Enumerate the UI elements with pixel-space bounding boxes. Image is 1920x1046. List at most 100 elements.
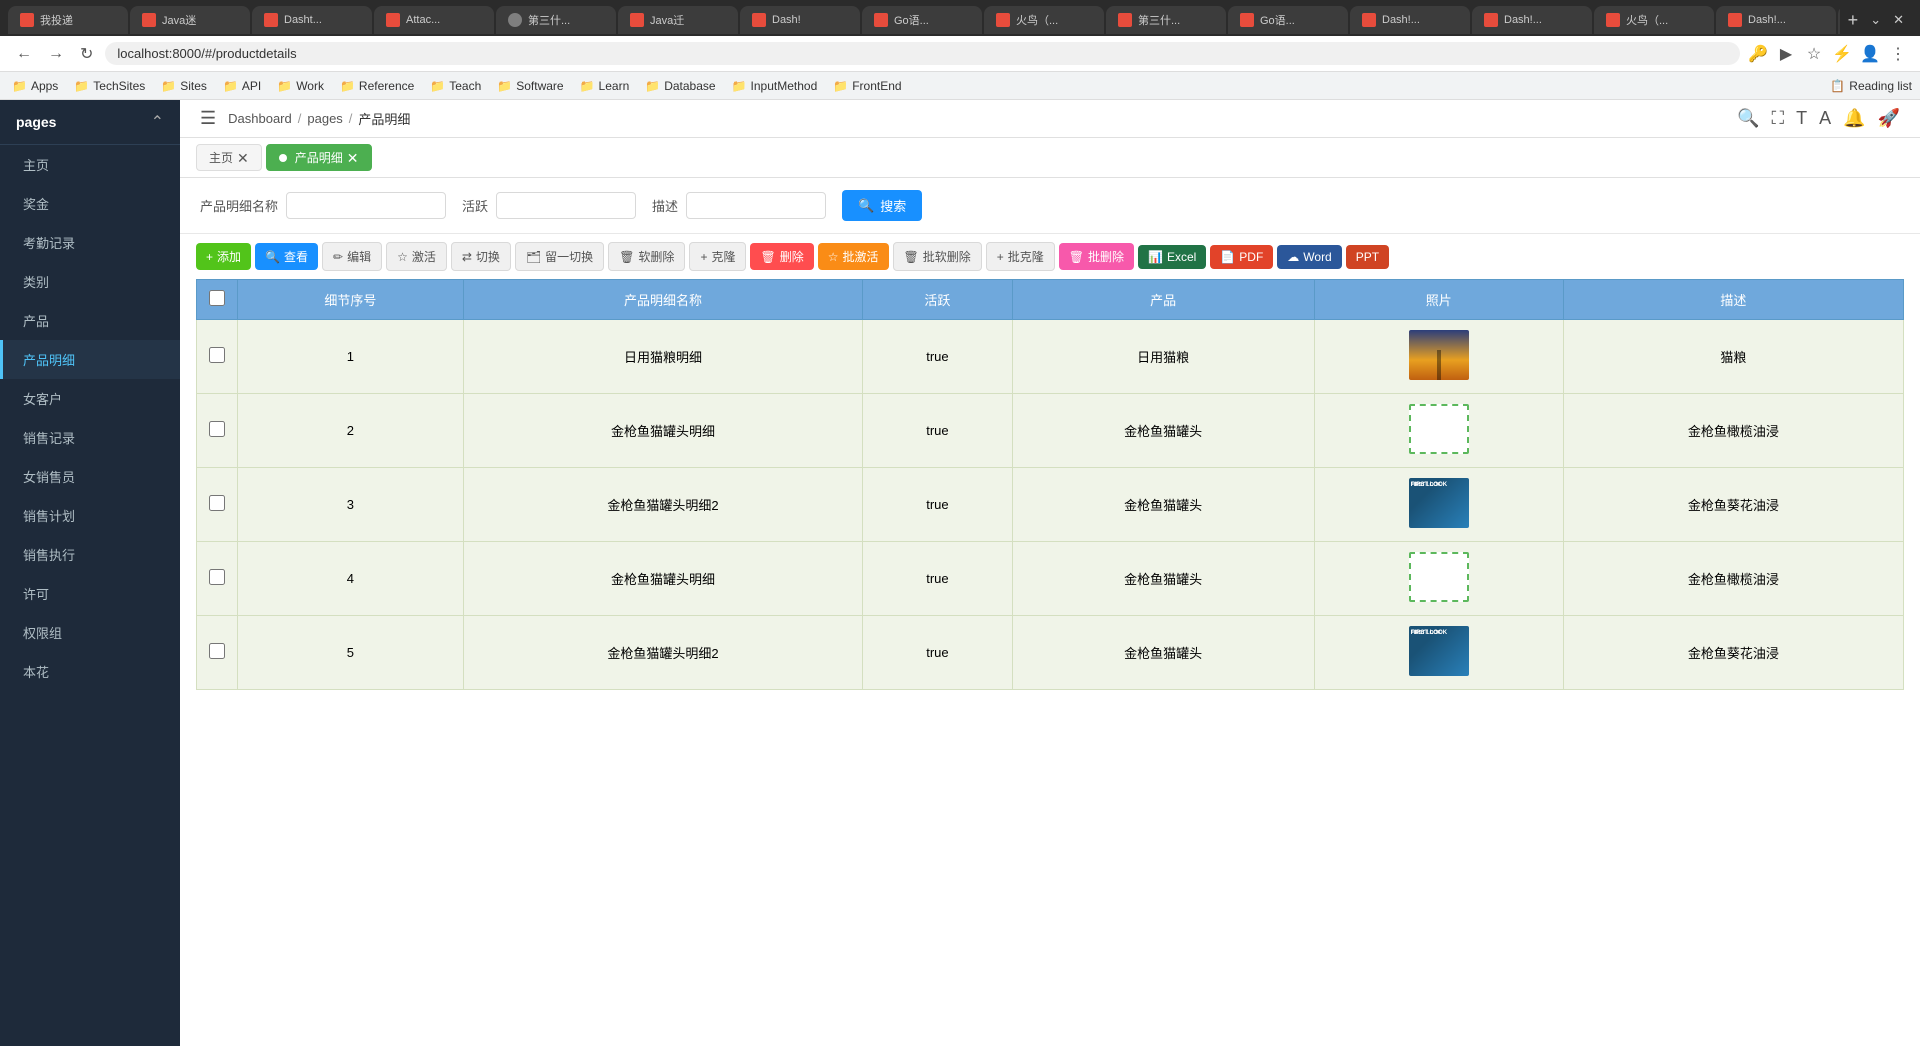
tab-bar: 我投递Java迷Dasht...Attac...第三什...Java迁Dash!… — [0, 0, 1920, 36]
browser-tab-12[interactable]: Dash!... — [1350, 6, 1470, 34]
ppt-button[interactable]: PPT — [1346, 245, 1389, 269]
sidebar-item-12[interactable]: 权限组 — [0, 613, 180, 652]
browser-tab-15[interactable]: Dash!... — [1716, 6, 1836, 34]
delete-button[interactable]: 🗑 删除 — [750, 243, 813, 270]
browser-tab-10[interactable]: 第三什... — [1106, 6, 1226, 34]
bookmark-software[interactable]: 📁Software — [493, 77, 567, 95]
desc-input[interactable] — [686, 192, 826, 219]
sidebar-item-13[interactable]: 本花 — [0, 652, 180, 691]
rocket-icon[interactable]: 🚀 — [1878, 108, 1900, 129]
soft-delete-all-button[interactable]: 🗂 留一切换 — [515, 242, 604, 271]
browser-tab-14[interactable]: 火鸟（... — [1594, 6, 1714, 34]
tab-title: 第三什... — [528, 12, 570, 28]
breadcrumb-pages[interactable]: pages — [307, 111, 342, 126]
browser-tab-13[interactable]: Dash!... — [1472, 6, 1592, 34]
sidebar-item-10[interactable]: 销售执行 — [0, 535, 180, 574]
sidebar-item-7[interactable]: 销售记录 — [0, 418, 180, 457]
notify-icon[interactable]: 🔔 — [1843, 108, 1865, 129]
batch-delete-button[interactable]: 🗑 批删除 — [1059, 243, 1134, 270]
bookmark-learn[interactable]: 📁Learn — [576, 77, 634, 95]
close-window-button[interactable]: ✕ — [1885, 12, 1912, 28]
new-tab-button[interactable]: + — [1840, 10, 1867, 31]
bookmark-work[interactable]: 📁Work — [273, 77, 328, 95]
row-checkbox-4[interactable] — [209, 569, 225, 585]
batch-activate-button[interactable]: ☆ 批激活 — [818, 243, 889, 270]
browser-tab-4[interactable]: Attac... — [374, 6, 494, 34]
reload-button[interactable]: ↻ — [76, 42, 97, 66]
pdf-button[interactable]: 📄 PDF — [1210, 245, 1273, 269]
soft-delete-button[interactable]: 🗑 软删除 — [608, 242, 685, 271]
menu-toggle-icon[interactable]: ☰ — [200, 108, 216, 129]
view-button[interactable]: 🔍 查看 — [255, 243, 318, 270]
sidebar-item-9[interactable]: 销售计划 — [0, 496, 180, 535]
batch-clone-button[interactable]: + 批克隆 — [986, 242, 1055, 271]
bookmark-frontend[interactable]: 📁FrontEnd — [829, 77, 905, 95]
search-icon[interactable]: 🔍 — [1737, 108, 1759, 129]
tab-product-detail[interactable]: 产品明细 ✕ — [266, 144, 372, 171]
sidebar-item-2[interactable]: 考勤记录 — [0, 223, 180, 262]
batch-soft-delete-button[interactable]: 🗑 批软删除 — [893, 242, 982, 271]
name-input[interactable] — [286, 192, 446, 219]
sidebar-item-4[interactable]: 产品 — [0, 301, 180, 340]
sidebar-toggle[interactable]: ⌃ — [151, 112, 164, 132]
tab-more-button[interactable]: ⌄ — [1866, 12, 1885, 28]
profile-icon[interactable]: 👤 — [1860, 44, 1880, 64]
excel-button[interactable]: 📊 Excel — [1138, 245, 1206, 269]
extension-icon[interactable]: ⚡ — [1832, 44, 1852, 64]
clone-button[interactable]: + 克隆 — [689, 242, 746, 271]
bookmark-sites[interactable]: 📁Sites — [157, 77, 211, 95]
bookmark-techsites[interactable]: 📁TechSites — [70, 77, 149, 95]
bookmark-teach[interactable]: 📁Teach — [426, 77, 485, 95]
browser-tab-1[interactable]: 我投递 — [8, 6, 128, 34]
row-checkbox-3[interactable] — [209, 495, 225, 511]
url-input[interactable] — [105, 42, 1740, 65]
browser-tab-8[interactable]: Go语... — [862, 6, 982, 34]
edit-button[interactable]: ✏ 编辑 — [322, 242, 382, 271]
select-all-checkbox[interactable] — [209, 290, 225, 306]
browser-tab-11[interactable]: Go语... — [1228, 6, 1348, 34]
browser-tab-2[interactable]: Java迷 — [130, 6, 250, 34]
forward-button[interactable]: → — [44, 43, 68, 65]
word-button[interactable]: ☁ Word — [1277, 245, 1341, 269]
switch-button[interactable]: ⇄ 切换 — [451, 242, 511, 271]
bookmark-label: FrontEnd — [852, 79, 901, 93]
sidebar-item-3[interactable]: 类别 — [0, 262, 180, 301]
breadcrumb-dashboard[interactable]: Dashboard — [228, 111, 292, 126]
row-checkbox-2[interactable] — [209, 421, 225, 437]
bookmark-api[interactable]: 📁API — [219, 77, 265, 95]
browser-tab-5[interactable]: 第三什... — [496, 6, 616, 34]
bookmark-reference[interactable]: 📁Reference — [336, 77, 418, 95]
back-button[interactable]: ← — [12, 43, 36, 65]
bookmark-inputmethod[interactable]: 📁InputMethod — [728, 77, 822, 95]
tab-favicon — [508, 13, 522, 27]
font-icon[interactable]: T — [1796, 108, 1807, 129]
fullscreen-icon[interactable]: ⛶ — [1772, 108, 1785, 129]
tab-home[interactable]: 主页 ✕ — [196, 144, 262, 171]
browser-tab-9[interactable]: 火鸟（... — [984, 6, 1104, 34]
key-icon[interactable]: 🔑 — [1748, 44, 1768, 64]
row-checkbox-5[interactable] — [209, 643, 225, 659]
activate-button[interactable]: ☆ 激活 — [386, 242, 447, 271]
reading-list[interactable]: 📋 Reading list — [1830, 79, 1912, 93]
active-input[interactable] — [496, 192, 636, 219]
bookmark-database[interactable]: 📁Database — [641, 77, 719, 95]
browser-tab-6[interactable]: Java迁 — [618, 6, 738, 34]
tab-product-detail-close[interactable]: ✕ — [347, 151, 359, 165]
sidebar-item-8[interactable]: 女销售员 — [0, 457, 180, 496]
sidebar-item-11[interactable]: 许可 — [0, 574, 180, 613]
add-button[interactable]: + 添加 — [196, 243, 251, 270]
search-button[interactable]: 🔍 搜索 — [842, 190, 922, 221]
lang-icon[interactable]: A — [1819, 108, 1831, 129]
browser-tab-3[interactable]: Dasht... — [252, 6, 372, 34]
star-icon[interactable]: ☆ — [1804, 44, 1824, 64]
row-checkbox-1[interactable] — [209, 347, 225, 363]
menu-icon[interactable]: ⋮ — [1888, 44, 1908, 64]
tab-home-close[interactable]: ✕ — [237, 151, 249, 165]
browser-tab-7[interactable]: Dash! — [740, 6, 860, 34]
sidebar-item-0[interactable]: 主页 — [0, 145, 180, 184]
sidebar-item-1[interactable]: 奖金 — [0, 184, 180, 223]
bookmark-apps[interactable]: 📁Apps — [8, 77, 62, 95]
sidebar-item-6[interactable]: 女客户 — [0, 379, 180, 418]
sidebar-item-5[interactable]: 产品明细 — [0, 340, 180, 379]
cast-icon[interactable]: ▶ — [1776, 44, 1796, 64]
